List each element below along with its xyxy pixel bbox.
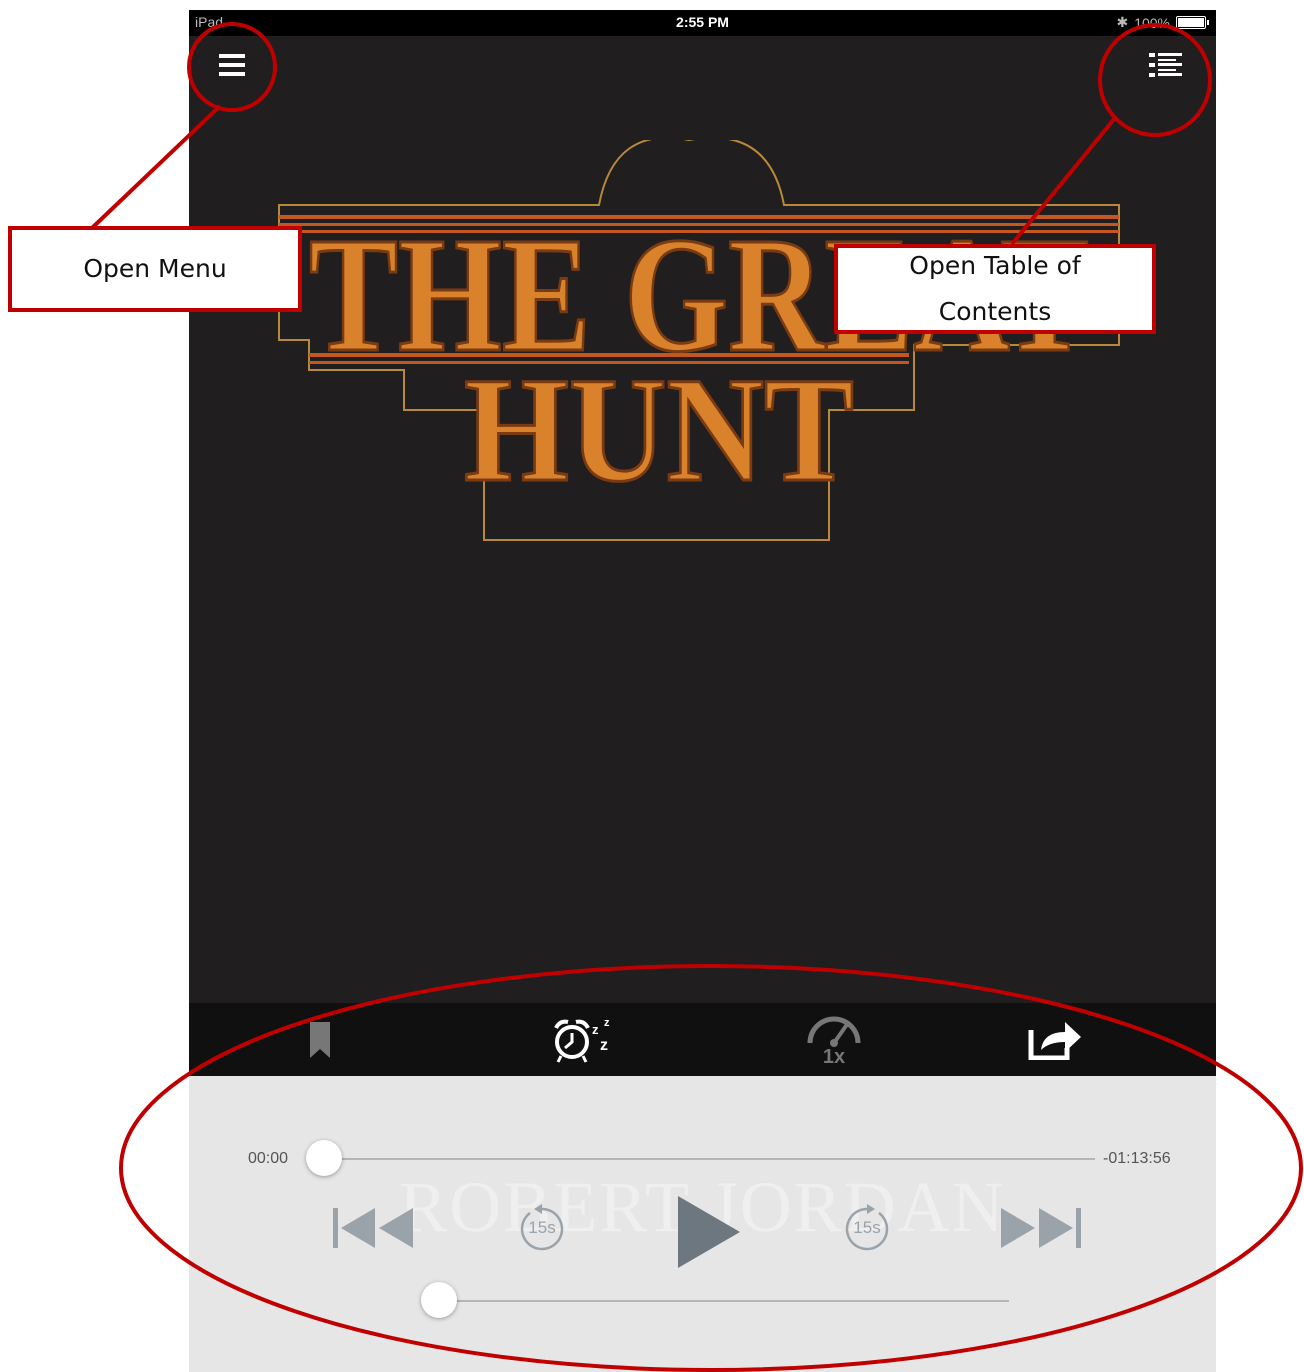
skip-previous-icon [333, 1208, 413, 1248]
sleep-timer-button[interactable]: z z z [544, 1011, 624, 1069]
remaining-time: -01:13:56 [1103, 1150, 1171, 1167]
toc-list-icon [1149, 53, 1182, 77]
skip-back-label: 15s [528, 1218, 556, 1237]
play-button[interactable] [676, 1196, 742, 1268]
svg-text:z: z [600, 1037, 608, 1054]
status-right: ✱ 100% [1116, 14, 1209, 31]
bluetooth-icon: ✱ [1116, 14, 1129, 30]
clock: 2:55 PM [676, 14, 729, 30]
playback-speed-button[interactable]: 1x [799, 1011, 869, 1069]
player-toolbar: z z z 1x [189, 1003, 1216, 1076]
sleep-timer-icon: z z z [554, 1017, 610, 1063]
skip-back-15-button[interactable]: 15s [516, 1203, 568, 1255]
status-bar: iPad 2:55 PM ✱ 100% [189, 10, 1216, 36]
speed-label: 1x [822, 1046, 846, 1068]
svg-text:z: z [604, 1017, 610, 1029]
menu-callout: Open Menu [8, 226, 302, 312]
speedometer-icon [807, 1016, 861, 1047]
progress-track[interactable] [322, 1158, 1095, 1160]
volume-slider-knob[interactable] [421, 1282, 457, 1318]
volume-track[interactable] [439, 1300, 1009, 1302]
share-button[interactable] [1024, 1011, 1086, 1069]
previous-chapter-button[interactable] [331, 1206, 415, 1250]
svg-text:z: z [592, 1022, 599, 1037]
bookmark-icon [310, 1022, 330, 1058]
bookmark-button[interactable] [297, 1011, 343, 1069]
cover-title-line2: HUNT [464, 347, 854, 513]
skip-next-icon [1001, 1208, 1081, 1248]
cover-art: THE GREAT HUNT [269, 136, 1129, 560]
next-chapter-button[interactable] [999, 1206, 1083, 1250]
table-of-contents-button[interactable] [1149, 52, 1183, 80]
battery-percent: 100% [1134, 14, 1170, 31]
cover-logo: THE GREAT HUNT [278, 136, 1120, 541]
progress-slider-knob[interactable] [306, 1140, 342, 1176]
hamburger-icon [219, 54, 245, 76]
toc-callout: Open Table of Contents [834, 244, 1156, 334]
play-icon [678, 1196, 740, 1268]
skip-forward-15-button[interactable]: 15s [841, 1203, 893, 1255]
player-controls: ROBERT JORDAN 00:00 -01:13:56 15s 15s [189, 1076, 1216, 1372]
share-icon [1028, 1022, 1081, 1060]
menu-button[interactable] [219, 52, 245, 78]
skip-forward-label: 15s [853, 1218, 881, 1237]
battery-icon [1176, 16, 1209, 29]
elapsed-time: 00:00 [248, 1150, 289, 1167]
ipad-screen: iPad 2:55 PM ✱ 100% THE GREAT HUNT z z z… [189, 10, 1216, 1372]
